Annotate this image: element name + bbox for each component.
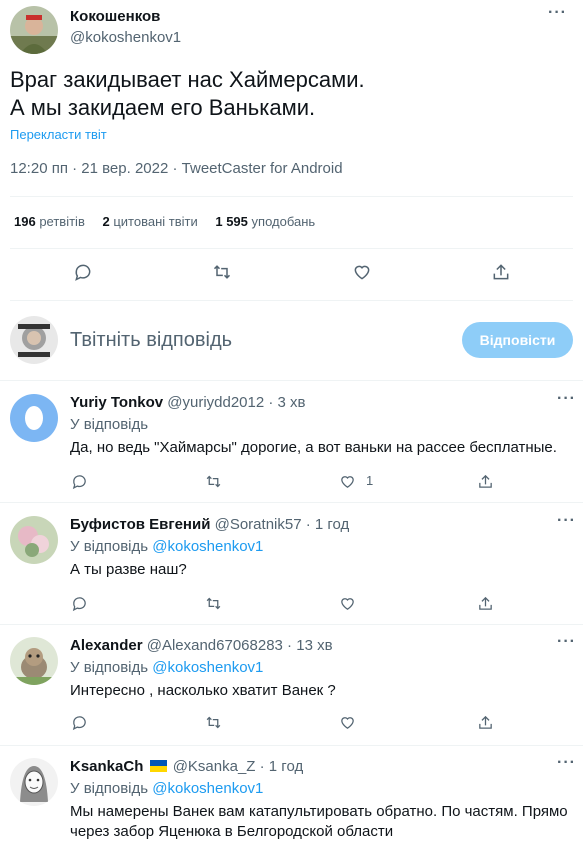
reply-to-link[interactable]: @kokoshenkov1 (152, 538, 263, 555)
divider (10, 300, 573, 301)
more-horizontal-icon[interactable]: ··· (557, 754, 576, 772)
heart-icon[interactable] (336, 592, 358, 614)
tweet-actions (0, 258, 583, 288)
reply-tweet[interactable]: Буфистов Евгений @Soratnik57 · 1 год ···… (0, 512, 583, 620)
share-icon[interactable] (474, 711, 496, 733)
likes-stat[interactable]: 1 595 уподобань (215, 214, 315, 229)
ukraine-flag-icon (149, 760, 167, 772)
tweet-text: Враг закидывает нас Хаймерсами. А мы зак… (10, 66, 570, 122)
reply-to: У відповідь @kokoshenkov1 (70, 780, 264, 797)
reply-to: У відповідь @kokoshenkov1 (70, 538, 264, 555)
retweet-icon[interactable] (202, 470, 224, 492)
reply-header: Yuriy Tonkov @yuriydd2012 · 3 хв (70, 394, 306, 411)
reply-tweet[interactable]: Yuriy Tonkov @yuriydd2012 · 3 хв ··· У в… (0, 390, 583, 498)
share-icon[interactable] (490, 261, 512, 283)
reply-text: А ты разве наш? (70, 561, 187, 578)
quotes-stat[interactable]: 2 цитовані твіти (102, 214, 197, 229)
reply-to: У відповідь @kokoshenkov1 (70, 659, 264, 676)
reply-author-name[interactable]: KsankaCh (70, 758, 143, 775)
more-horizontal-icon[interactable]: ··· (557, 633, 576, 651)
reply-avatar[interactable] (10, 637, 58, 685)
heart-icon[interactable] (336, 470, 358, 492)
current-user-avatar (10, 316, 58, 364)
tweet-text-line: А мы закидаем его Ваньками. (10, 95, 316, 120)
reply-submit-button[interactable]: Відповісти (462, 322, 573, 358)
reply-bubble-icon[interactable] (68, 711, 90, 733)
retweet-icon[interactable] (202, 711, 224, 733)
tweet-text-line: Враг закидывает нас Хаймерсами. (10, 67, 365, 92)
reply-header: Буфистов Евгений @Soratnik57 · 1 год (70, 516, 349, 533)
reply-avatar[interactable] (10, 516, 58, 564)
divider (0, 745, 583, 746)
more-horizontal-icon[interactable]: ··· (557, 512, 576, 530)
reply-to: У відповідь (70, 416, 149, 433)
more-horizontal-icon[interactable]: ··· (548, 4, 567, 22)
divider (10, 196, 573, 197)
reply-header: KsankaCh @Ksanka_Z · 1 год (70, 758, 303, 775)
heart-icon[interactable] (351, 261, 373, 283)
reply-composer: Твітніть відповідь Відповісти (0, 310, 583, 372)
reply-author-name[interactable]: Alexander (70, 637, 143, 654)
reply-header: Alexander @Alexand67068283 · 13 хв (70, 637, 333, 654)
reply-text: Интересно , насколько хватит Ванек ? (70, 682, 336, 699)
reply-avatar[interactable] (10, 394, 58, 442)
reply-actions: 1 (0, 470, 583, 492)
more-horizontal-icon[interactable]: ··· (557, 390, 576, 408)
retweet-icon[interactable] (211, 261, 233, 283)
reply-text: Мы намерены Ванек вам катапультировать о… (70, 803, 568, 840)
divider (0, 380, 583, 381)
reply-tweet[interactable]: Alexander @Alexand67068283 · 13 хв ··· У… (0, 633, 583, 741)
reply-actions (0, 711, 583, 733)
translate-tweet-link[interactable]: Перекласти твіт (10, 127, 107, 142)
reply-author-handle[interactable]: @Ksanka_Z · 1 год (173, 758, 304, 775)
reply-author-handle[interactable]: @Alexand67068283 · 13 хв (147, 637, 333, 654)
heart-icon[interactable] (336, 711, 358, 733)
like-count: 1 (366, 473, 374, 488)
reply-author-name[interactable]: Буфистов Евгений (70, 516, 210, 533)
share-icon[interactable] (474, 592, 496, 614)
reply-avatar[interactable] (10, 758, 58, 806)
retweet-icon[interactable] (202, 592, 224, 614)
share-icon[interactable] (474, 470, 496, 492)
reply-input[interactable]: Твітніть відповідь (70, 329, 232, 352)
reply-to-link[interactable]: @kokoshenkov1 (152, 780, 263, 797)
reply-actions (0, 592, 583, 614)
reply-author-name[interactable]: Yuriy Tonkov (70, 394, 163, 411)
divider (0, 624, 583, 625)
reply-author-handle[interactable]: @Soratnik57 · 1 год (215, 516, 350, 533)
reply-text: Да, но ведь "Хаймарсы" дорогие, а вот ва… (70, 439, 557, 456)
reply-to-link[interactable]: @kokoshenkov1 (152, 659, 263, 676)
reply-bubble-icon[interactable] (72, 261, 94, 283)
tweet-meta[interactable]: 12:20 пп · 21 вер. 2022 · TweetCaster fo… (10, 160, 343, 177)
author-handle[interactable]: @kokoshenkov1 (70, 29, 181, 46)
reply-author-handle[interactable]: @yuriydd2012 · 3 хв (167, 394, 305, 411)
tweet-stats: 196 ретвітів 2 цитовані твіти 1 595 упод… (14, 214, 329, 229)
divider (10, 248, 573, 249)
author-name[interactable]: Кокошенков (70, 8, 160, 25)
author-avatar[interactable] (10, 6, 58, 54)
reply-bubble-icon[interactable] (68, 470, 90, 492)
divider (0, 502, 583, 503)
reply-tweet[interactable]: KsankaCh @Ksanka_Z · 1 год ··· У відпові… (0, 754, 583, 847)
retweets-stat[interactable]: 196 ретвітів (14, 214, 85, 229)
reply-bubble-icon[interactable] (68, 592, 90, 614)
